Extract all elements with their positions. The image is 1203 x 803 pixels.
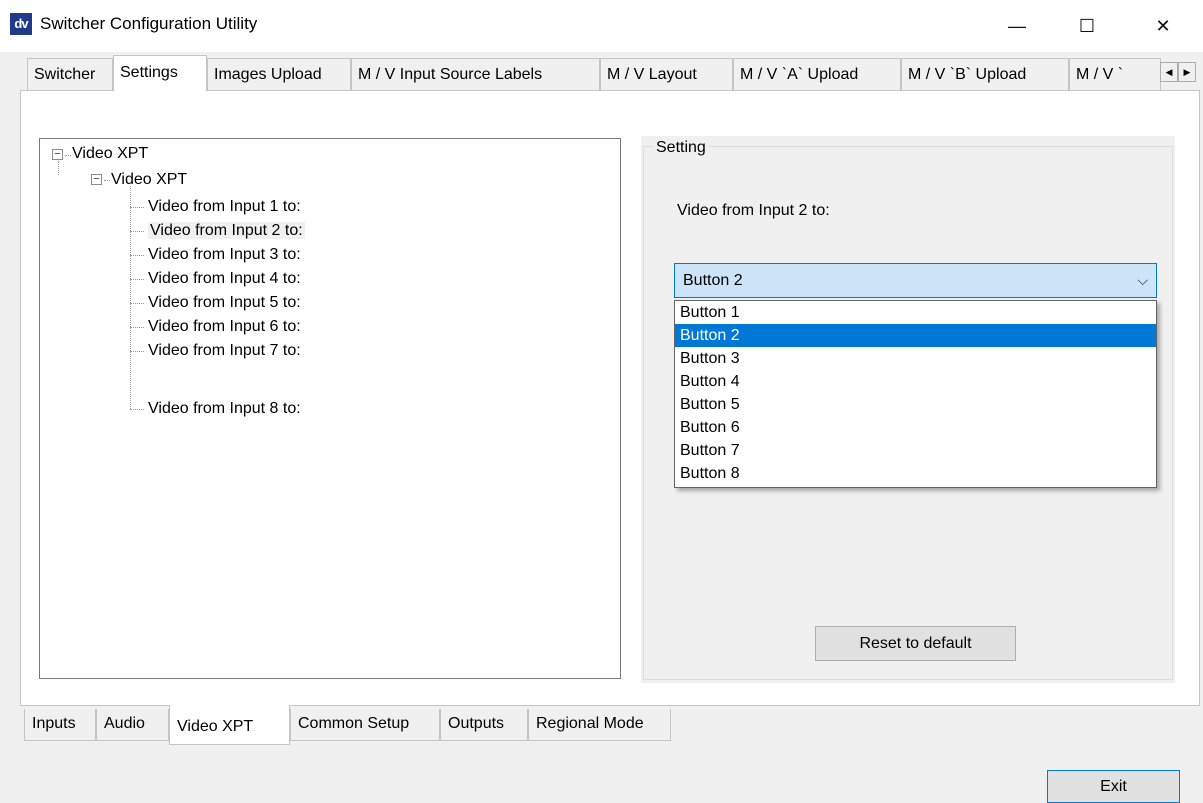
tree-connector: [130, 327, 144, 328]
tree-node-root-label: Video XPT: [72, 145, 149, 162]
tree-item-label: Video from Input 1 to:: [148, 198, 301, 215]
tree-item-input-2[interactable]: Video from Input 2 to:: [148, 219, 305, 243]
tab-regional-mode[interactable]: Regional Mode: [528, 709, 671, 741]
tree-item-label: Video from Input 7 to:: [148, 342, 301, 359]
tab-mv-overflow[interactable]: M / V `: [1069, 58, 1161, 90]
tree-item-input-1[interactable]: Video from Input 1 to:: [148, 195, 301, 219]
tree-connector: [130, 303, 144, 304]
combo-dropdown-list[interactable]: Button 1 Button 2 Button 3 Button 4 Butt…: [674, 300, 1157, 488]
option-button-4[interactable]: Button 4: [675, 370, 1156, 393]
setting-description: Video from Input 2 to:: [677, 202, 830, 219]
tree-item-input-5[interactable]: Video from Input 5 to:: [148, 291, 301, 315]
tab-scroll-left-icon[interactable]: ◀: [1160, 62, 1178, 82]
tree-item-label: Video from Input 3 to:: [148, 246, 301, 263]
tree-connector: [130, 231, 144, 232]
tree-connector: [130, 186, 131, 409]
tab-settings[interactable]: Settings: [113, 55, 207, 91]
tab-mv-input-source-labels[interactable]: M / V Input Source Labels: [351, 58, 600, 90]
tree-connector: [130, 279, 144, 280]
tab-switcher[interactable]: Switcher: [27, 58, 113, 90]
option-button-3[interactable]: Button 3: [675, 347, 1156, 370]
option-button-8[interactable]: Button 8: [675, 462, 1156, 485]
button-select-combo[interactable]: Button 2 ⌵: [674, 263, 1157, 298]
tree-item-input-6[interactable]: Video from Input 6 to:: [148, 315, 301, 339]
tab-mv-layout[interactable]: M / V Layout: [600, 58, 733, 90]
tab-audio[interactable]: Audio: [96, 709, 169, 741]
tab-video-xpt[interactable]: Video XPT: [169, 705, 290, 745]
tree-item-input-3[interactable]: Video from Input 3 to:: [148, 243, 301, 267]
tree-node-video-xpt[interactable]: Video XPT: [111, 168, 187, 192]
tree-connector: [130, 409, 144, 410]
window-title: Switcher Configuration Utility: [40, 14, 258, 33]
maximize-button[interactable]: ☐: [1064, 6, 1110, 46]
option-button-2[interactable]: Button 2: [675, 324, 1156, 347]
tree-item-input-4[interactable]: Video from Input 4 to:: [148, 267, 301, 291]
close-button[interactable]: ✕: [1140, 6, 1186, 46]
combo-selected-value: Button 2: [683, 272, 743, 289]
tree-node-root[interactable]: Video XPT: [72, 142, 148, 166]
tree-connector: [58, 161, 59, 175]
minimize-button[interactable]: —: [994, 6, 1040, 46]
tree-connector: [130, 255, 144, 256]
tree-item-label: Video from Input 4 to:: [148, 270, 301, 287]
tab-outputs[interactable]: Outputs: [440, 709, 528, 741]
tree-item-input-7[interactable]: Video from Input 7 to:: [148, 339, 301, 363]
tab-scroll-right-icon[interactable]: ▶: [1178, 62, 1196, 82]
tree-item-label: Video from Input 8 to:: [148, 400, 301, 417]
tree-view[interactable]: − Video XPT − Video XPT Video from Input…: [39, 138, 621, 679]
exit-button[interactable]: Exit: [1047, 770, 1180, 803]
chevron-down-icon[interactable]: ⌵: [1137, 264, 1148, 297]
tab-mv-a-upload[interactable]: M / V `A` Upload: [733, 58, 901, 90]
tree-connector: [130, 207, 144, 208]
tree-item-label: Video from Input 6 to:: [148, 318, 301, 335]
collapse-icon[interactable]: −: [91, 174, 102, 185]
app-logo-icon: dv: [10, 13, 32, 35]
option-button-5[interactable]: Button 5: [675, 393, 1156, 416]
tree-node-video-xpt-label: Video XPT: [111, 171, 188, 188]
tab-mv-b-upload[interactable]: M / V `B` Upload: [901, 58, 1069, 90]
tree-connector: [130, 351, 144, 352]
tree-item-input-8[interactable]: Video from Input 8 to:: [148, 397, 301, 421]
option-button-1[interactable]: Button 1: [675, 301, 1156, 324]
collapse-icon[interactable]: −: [52, 149, 63, 160]
reset-to-default-button[interactable]: Reset to default: [815, 626, 1016, 661]
tab-inputs[interactable]: Inputs: [24, 709, 96, 741]
setting-legend: Setting: [654, 137, 708, 159]
option-button-6[interactable]: Button 6: [675, 416, 1156, 439]
tree-connector: [65, 155, 71, 156]
option-button-7[interactable]: Button 7: [675, 439, 1156, 462]
tree-item-label: Video from Input 5 to:: [148, 294, 301, 311]
tab-images-upload[interactable]: Images Upload: [207, 58, 351, 90]
tree-connector: [104, 180, 110, 181]
tab-common-setup[interactable]: Common Setup: [290, 709, 440, 741]
tree-item-label: Video from Input 2 to:: [148, 222, 305, 239]
